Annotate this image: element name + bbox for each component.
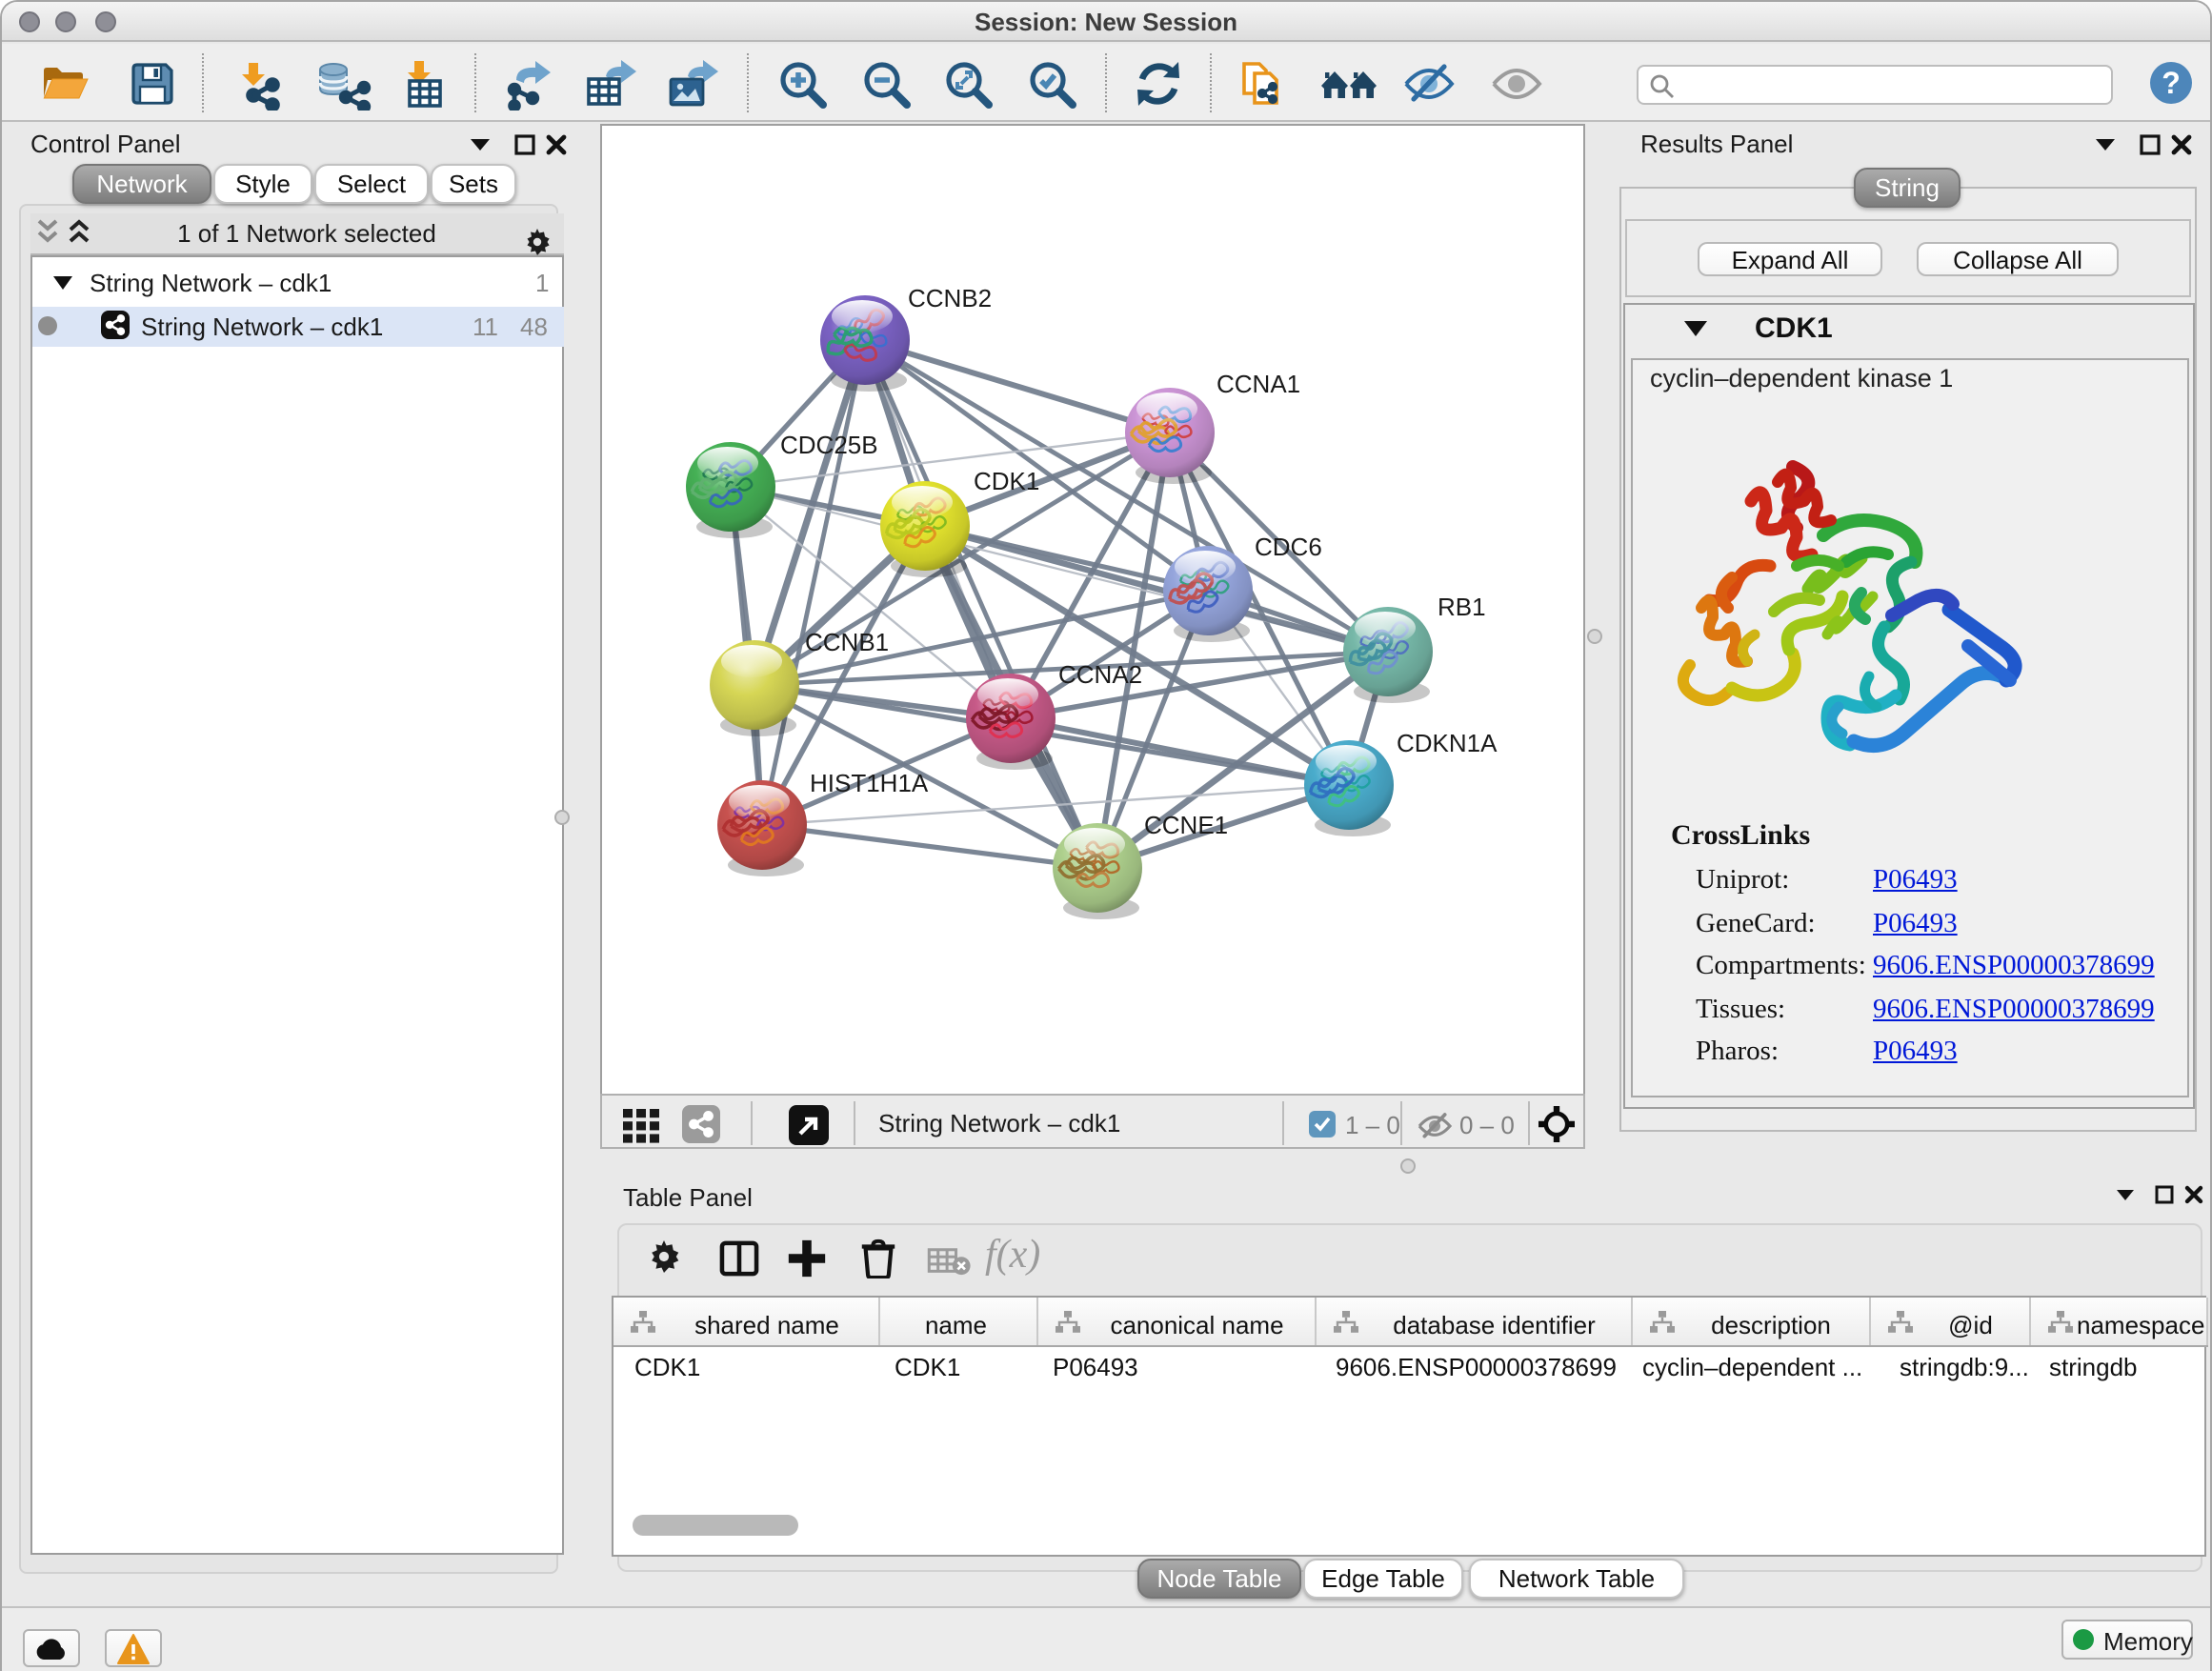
svg-text:CDK1: CDK1 bbox=[974, 467, 1039, 495]
svg-text:CCNA2: CCNA2 bbox=[1058, 660, 1142, 689]
svg-text:CCNB2: CCNB2 bbox=[908, 284, 992, 312]
svg-text:?: ? bbox=[2162, 66, 2181, 100]
svg-text:HIST1H1A: HIST1H1A bbox=[810, 769, 929, 797]
svg-text:CDC6: CDC6 bbox=[1255, 533, 1322, 561]
svg-text:CDC25B: CDC25B bbox=[780, 431, 878, 459]
svg-text:CCNE1: CCNE1 bbox=[1144, 811, 1228, 839]
svg-text:RB1: RB1 bbox=[1438, 593, 1486, 621]
svg-text:CCNA1: CCNA1 bbox=[1217, 370, 1300, 398]
svg-text:CCNB1: CCNB1 bbox=[805, 628, 889, 656]
svg-text:CDKN1A: CDKN1A bbox=[1397, 729, 1498, 757]
